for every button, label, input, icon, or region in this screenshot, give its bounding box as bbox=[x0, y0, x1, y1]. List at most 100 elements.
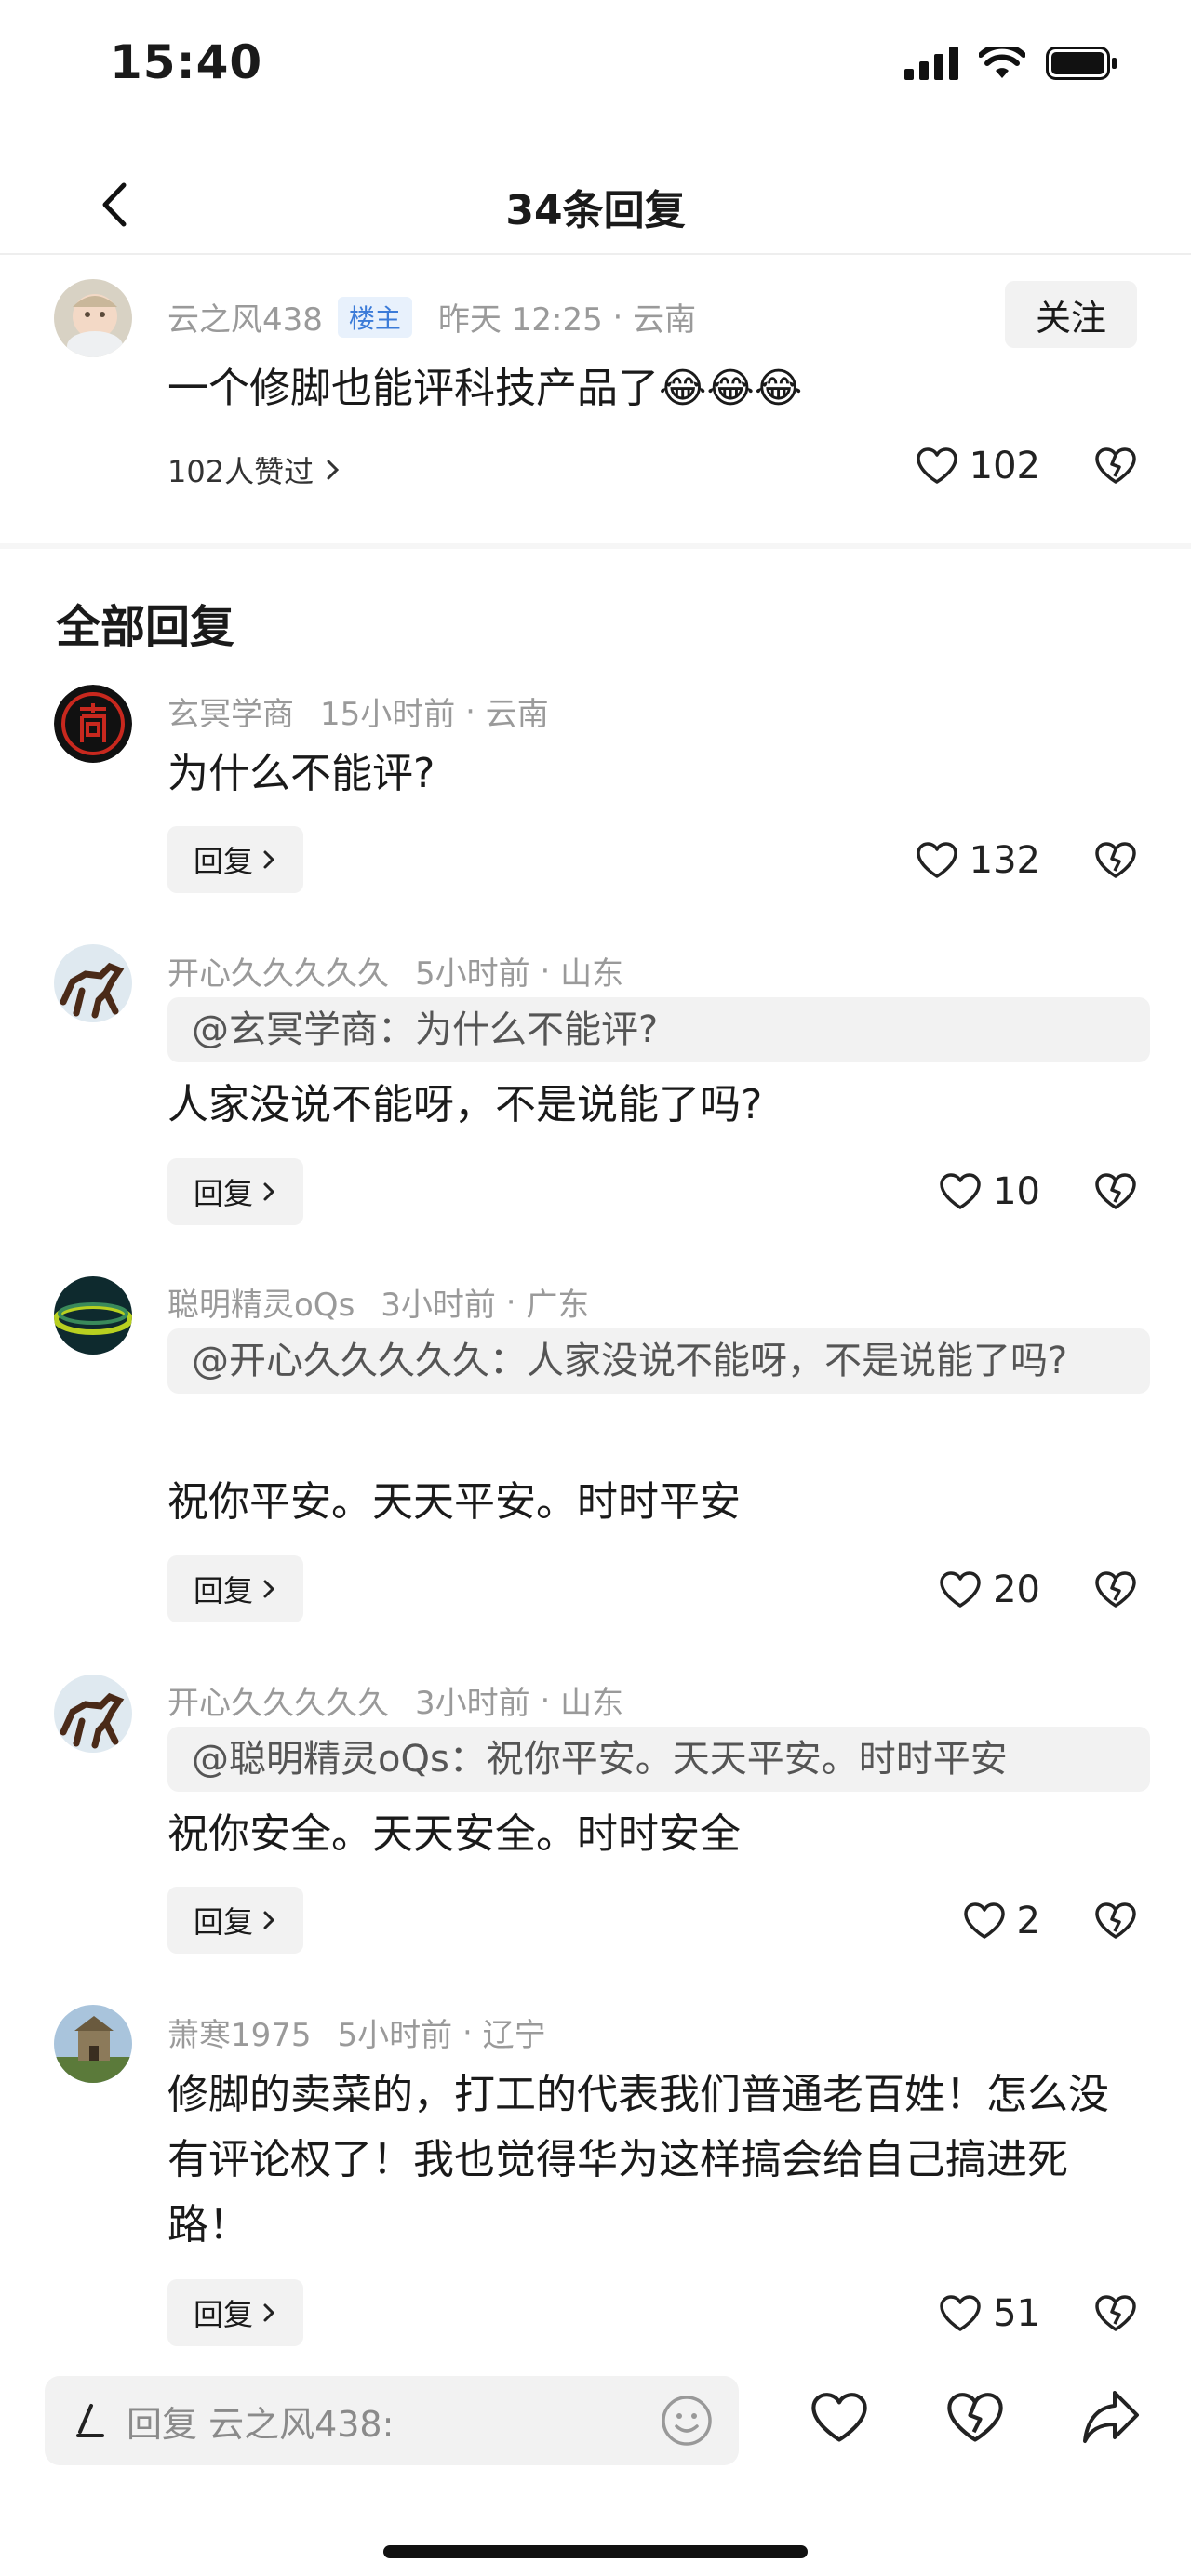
reply-location: 山东 bbox=[560, 1685, 624, 1722]
reply-location: 山东 bbox=[560, 955, 624, 993]
section-title: 全部回复 bbox=[56, 601, 235, 653]
dislike-post-button[interactable] bbox=[945, 2391, 1005, 2449]
reply-time: 3小时前 bbox=[381, 1287, 496, 1324]
dislike-button[interactable] bbox=[1094, 1570, 1137, 1613]
like-count: 10 bbox=[993, 1170, 1040, 1213]
comment-time: 昨天 12:25 bbox=[437, 301, 603, 339]
reply-location: 广东 bbox=[526, 1287, 590, 1324]
chevron-right-icon bbox=[263, 850, 275, 869]
like-button[interactable]: 10 bbox=[939, 1170, 1040, 1213]
reply-time: 5小时前 bbox=[337, 2017, 453, 2054]
broken-heart-icon bbox=[1095, 1902, 1136, 1939]
chevron-right-icon bbox=[263, 2303, 275, 2322]
share-button[interactable] bbox=[1079, 2387, 1143, 2450]
reply-location: 辽宁 bbox=[482, 2017, 546, 2054]
reply-button-label: 回复 bbox=[193, 2297, 253, 2332]
avatar[interactable] bbox=[54, 944, 132, 1022]
battery-icon bbox=[1046, 47, 1117, 80]
status-time: 15:40 bbox=[110, 35, 263, 89]
avatar[interactable] bbox=[54, 279, 132, 357]
reply-input[interactable]: 回复 云之风438: bbox=[45, 2376, 739, 2465]
heart-icon bbox=[940, 1173, 981, 1209]
broken-heart-icon bbox=[1095, 842, 1136, 878]
chevron-right-icon bbox=[263, 1911, 275, 1929]
wifi-icon bbox=[979, 47, 1025, 78]
meta-separator: · bbox=[455, 692, 486, 730]
meta-separator: · bbox=[495, 1283, 527, 1321]
status-icons bbox=[904, 47, 1118, 80]
chevron-right-icon bbox=[263, 1182, 275, 1201]
like-count: 2 bbox=[1016, 1900, 1040, 1942]
reply-time: 3小时前 bbox=[415, 1685, 530, 1722]
username[interactable]: 玄冥学商 bbox=[167, 688, 294, 734]
reply-button-label: 回复 bbox=[193, 1573, 253, 1608]
pen-icon bbox=[76, 2404, 104, 2437]
chevron-right-icon bbox=[263, 1580, 275, 1598]
quoted-reply[interactable]: @玄冥学商：为什么不能评? bbox=[167, 997, 1150, 1062]
reply-time: 15小时前 bbox=[320, 696, 456, 733]
dislike-button[interactable] bbox=[1094, 2294, 1137, 2337]
reply-button-label: 回复 bbox=[193, 1176, 253, 1211]
meta-separator: · bbox=[529, 952, 561, 990]
chevron-left-icon bbox=[102, 182, 127, 227]
emoji: 😂😂😂 bbox=[659, 365, 803, 412]
heart-icon bbox=[916, 842, 957, 878]
reply-meta: 聪明精灵oQs 3小时前 · 广东 bbox=[167, 1279, 589, 1325]
page-title: 34条回复 bbox=[505, 187, 686, 234]
like-button[interactable]: 132 bbox=[916, 839, 1040, 882]
reply-meta: 开心久久久久久 5小时前 · 山东 bbox=[167, 948, 623, 994]
quoted-reply[interactable]: @开心久久久久久：人家没说不能呀，不是说能了吗? bbox=[167, 1328, 1150, 1394]
follow-button[interactable]: 关注 bbox=[1005, 281, 1137, 348]
dislike-button[interactable] bbox=[1094, 841, 1137, 884]
reply-button[interactable]: 回复 bbox=[167, 826, 303, 893]
dislike-button[interactable] bbox=[1094, 1172, 1137, 1215]
reply-button[interactable]: 回复 bbox=[167, 1887, 303, 1954]
like-count: 102 bbox=[969, 445, 1040, 487]
like-count: 132 bbox=[969, 839, 1040, 882]
heart-icon bbox=[916, 447, 957, 484]
username[interactable]: 萧寒1975 bbox=[167, 2009, 312, 2055]
heart-icon bbox=[940, 1571, 981, 1608]
comment-meta: 云之风438 楼主 昨天 12:25 · 云南 bbox=[167, 294, 696, 340]
home-indicator bbox=[383, 2545, 808, 2558]
reply-input-placeholder: 回复 云之风438: bbox=[127, 2403, 395, 2445]
like-button[interactable]: 102 bbox=[916, 445, 1040, 487]
like-post-button[interactable] bbox=[810, 2391, 869, 2449]
reply-text: 人家没说不能呀，不是说能了吗? bbox=[167, 1081, 763, 1128]
like-button[interactable]: 2 bbox=[963, 1900, 1040, 1942]
username[interactable]: 开心久久久久久 bbox=[167, 948, 389, 994]
reply-text: 为什么不能评? bbox=[167, 750, 435, 797]
username[interactable]: 聪明精灵oQs bbox=[167, 1279, 355, 1325]
emoji-icon[interactable] bbox=[661, 2395, 713, 2447]
reply-button[interactable]: 回复 bbox=[167, 1555, 303, 1622]
reply-time: 5小时前 bbox=[415, 955, 530, 993]
like-count: 20 bbox=[993, 1568, 1040, 1611]
avatar[interactable] bbox=[54, 1675, 132, 1753]
reply-text: 祝你安全。天天安全。时时安全 bbox=[167, 1810, 741, 1858]
like-count: 51 bbox=[993, 2292, 1040, 2335]
dislike-button[interactable] bbox=[1094, 447, 1137, 489]
username[interactable]: 云之风438 bbox=[167, 294, 323, 340]
broken-heart-icon bbox=[1095, 447, 1136, 484]
reply-button[interactable]: 回复 bbox=[167, 1158, 303, 1225]
like-button[interactable]: 51 bbox=[939, 2292, 1040, 2335]
reply-button[interactable]: 回复 bbox=[167, 2279, 303, 2346]
chevron-right-icon bbox=[327, 460, 340, 480]
meta-separator: · bbox=[529, 1681, 561, 1719]
heart-icon bbox=[940, 2295, 981, 2331]
share-icon bbox=[1083, 2391, 1139, 2443]
heart-icon bbox=[963, 1902, 1005, 1939]
dislike-button[interactable] bbox=[1094, 1902, 1137, 1944]
like-button[interactable]: 20 bbox=[939, 1568, 1040, 1611]
back-button[interactable] bbox=[93, 177, 134, 233]
nav-divider bbox=[0, 253, 1191, 255]
reply-text: 祝你平安。天天平安。时时平安 bbox=[167, 1478, 741, 1526]
avatar[interactable] bbox=[54, 685, 132, 763]
avatar[interactable] bbox=[54, 2005, 132, 2083]
liked-by-link[interactable]: 102人赞过 bbox=[167, 448, 343, 491]
username[interactable]: 开心久久久久久 bbox=[167, 1677, 389, 1723]
avatar[interactable] bbox=[54, 1276, 132, 1355]
reply-text: 修脚的卖菜的，打工的代表我们普通老百姓！怎么没有评论权了！我也觉得华为这样搞会给… bbox=[167, 2071, 1109, 2249]
reply-button-label: 回复 bbox=[193, 844, 253, 879]
quoted-reply[interactable]: @聪明精灵oQs：祝你平安。天天平安。时时平安 bbox=[167, 1727, 1150, 1792]
